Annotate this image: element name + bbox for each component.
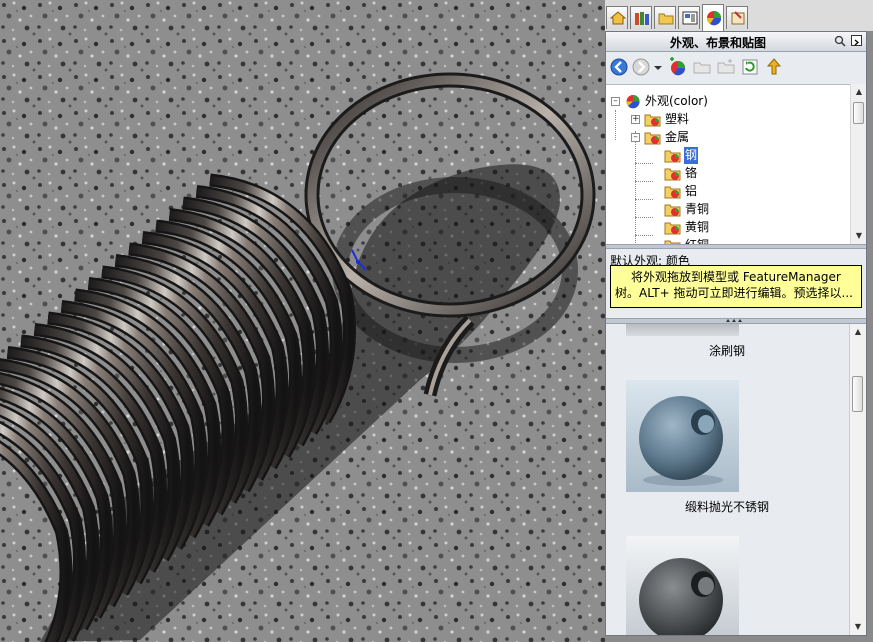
tab-design-library[interactable] bbox=[630, 6, 652, 29]
folder-appearance-icon bbox=[644, 132, 661, 145]
tab-home[interactable] bbox=[606, 6, 628, 29]
appearances-panel: 外观、布景和贴图 – 外观(color) + 塑料 – 金属 钢 铬 铝 青铜 … bbox=[605, 31, 867, 636]
swatch-satin-stainless-thumbnail[interactable] bbox=[626, 380, 739, 492]
dropdown-icon[interactable] bbox=[653, 57, 663, 77]
expand-pane-icon[interactable] bbox=[851, 35, 862, 46]
tree-label-plastic: 塑料 bbox=[665, 112, 690, 126]
sphere-thumbnail-icon bbox=[626, 380, 739, 492]
drag-hint-tooltip: 将外观拖放到模型或 FeatureManager 树。ALT+ 拖动可立即进行编… bbox=[610, 265, 862, 308]
new-folder-icon[interactable] bbox=[716, 57, 736, 77]
add-appearance-icon[interactable] bbox=[668, 57, 688, 77]
design-library-icon bbox=[635, 12, 649, 25]
file-explorer-icon bbox=[658, 13, 674, 25]
tree-scroll-thumb[interactable] bbox=[853, 102, 864, 124]
tree-label-steel: 钢 bbox=[684, 147, 699, 164]
tree-label-metal: 金属 bbox=[665, 130, 690, 144]
tree-label-bronze: 青铜 bbox=[685, 202, 710, 216]
tree-label-chrome: 铬 bbox=[685, 166, 698, 180]
appearances-icon bbox=[706, 11, 722, 26]
swatch-label: 涂刷钢 bbox=[708, 344, 745, 358]
back-icon[interactable] bbox=[609, 57, 629, 77]
expand-plastic-toggle[interactable]: + bbox=[631, 115, 640, 124]
tooltip-line-2: 树。ALT+ 拖动可立即进行编辑。预选择以... bbox=[615, 286, 853, 300]
folder-appearance-icon bbox=[664, 204, 681, 217]
tab-appearances[interactable] bbox=[702, 4, 724, 31]
collapse-metal-toggle[interactable]: – bbox=[631, 133, 640, 142]
refresh-icon[interactable] bbox=[740, 57, 760, 77]
folder-appearance-icon bbox=[664, 150, 681, 163]
appearance-swatches: 涂刷钢 缎料抛光不锈钢 bbox=[606, 324, 848, 635]
tab-file-explorer[interactable] bbox=[654, 6, 676, 29]
folder-icon[interactable] bbox=[692, 57, 712, 77]
scroll-down-icon[interactable]: ▼ bbox=[850, 619, 866, 635]
task-pane-tabs bbox=[605, 0, 873, 31]
add-to-favorites-icon[interactable] bbox=[764, 57, 784, 77]
folder-appearance-icon bbox=[664, 168, 681, 181]
folder-appearance-icon bbox=[644, 114, 661, 127]
scroll-up-icon[interactable]: ▲ bbox=[850, 324, 866, 340]
panel-toolbar bbox=[606, 52, 866, 82]
tab-custom-properties[interactable] bbox=[726, 6, 748, 29]
swatch-painted-steel-thumbnail[interactable] bbox=[626, 324, 739, 336]
pin-icon[interactable] bbox=[834, 35, 846, 47]
swatch-scrollbar[interactable]: ▲ ▼ bbox=[849, 324, 866, 635]
swatch-dark-steel-thumbnail[interactable] bbox=[626, 536, 739, 635]
pane-splitter[interactable] bbox=[606, 244, 866, 249]
tab-view-palette[interactable] bbox=[678, 6, 700, 29]
appearance-root-icon bbox=[626, 95, 640, 109]
tooltip-line-1: 将外观拖放到模型或 FeatureManager bbox=[631, 270, 841, 284]
swatch-scroll-thumb[interactable] bbox=[852, 376, 863, 412]
tree-scrollbar[interactable]: ▲ ▼ bbox=[850, 84, 866, 244]
tree-label-brass: 黄铜 bbox=[685, 220, 710, 234]
graphics-area[interactable] bbox=[0, 0, 605, 642]
folder-appearance-icon bbox=[664, 222, 681, 235]
spring-model[interactable] bbox=[0, 0, 605, 642]
swatch-label: 缎料抛光不锈钢 bbox=[684, 500, 769, 514]
view-palette-icon bbox=[682, 11, 698, 25]
tree-label-aluminum: 铝 bbox=[685, 184, 698, 198]
home-icon bbox=[610, 11, 626, 25]
scroll-up-icon[interactable]: ▲ bbox=[851, 84, 867, 100]
sphere-thumbnail-icon bbox=[626, 536, 739, 635]
panel-title-bar: 外观、布景和贴图 bbox=[606, 32, 866, 52]
tree-label-root: 外观(color) bbox=[645, 94, 708, 108]
folder-appearance-icon bbox=[664, 186, 681, 199]
grip-icon bbox=[726, 319, 742, 322]
appearance-tree: – 外观(color) + 塑料 – 金属 钢 铬 铝 青铜 黄铜 红铜 bbox=[606, 84, 864, 245]
panel-title: 外观、布景和贴图 bbox=[669, 36, 766, 50]
collapse-root-toggle[interactable]: – bbox=[611, 97, 620, 106]
forward-icon[interactable] bbox=[631, 57, 651, 77]
custom-properties-icon bbox=[731, 11, 745, 25]
scroll-down-icon[interactable]: ▼ bbox=[851, 228, 867, 244]
